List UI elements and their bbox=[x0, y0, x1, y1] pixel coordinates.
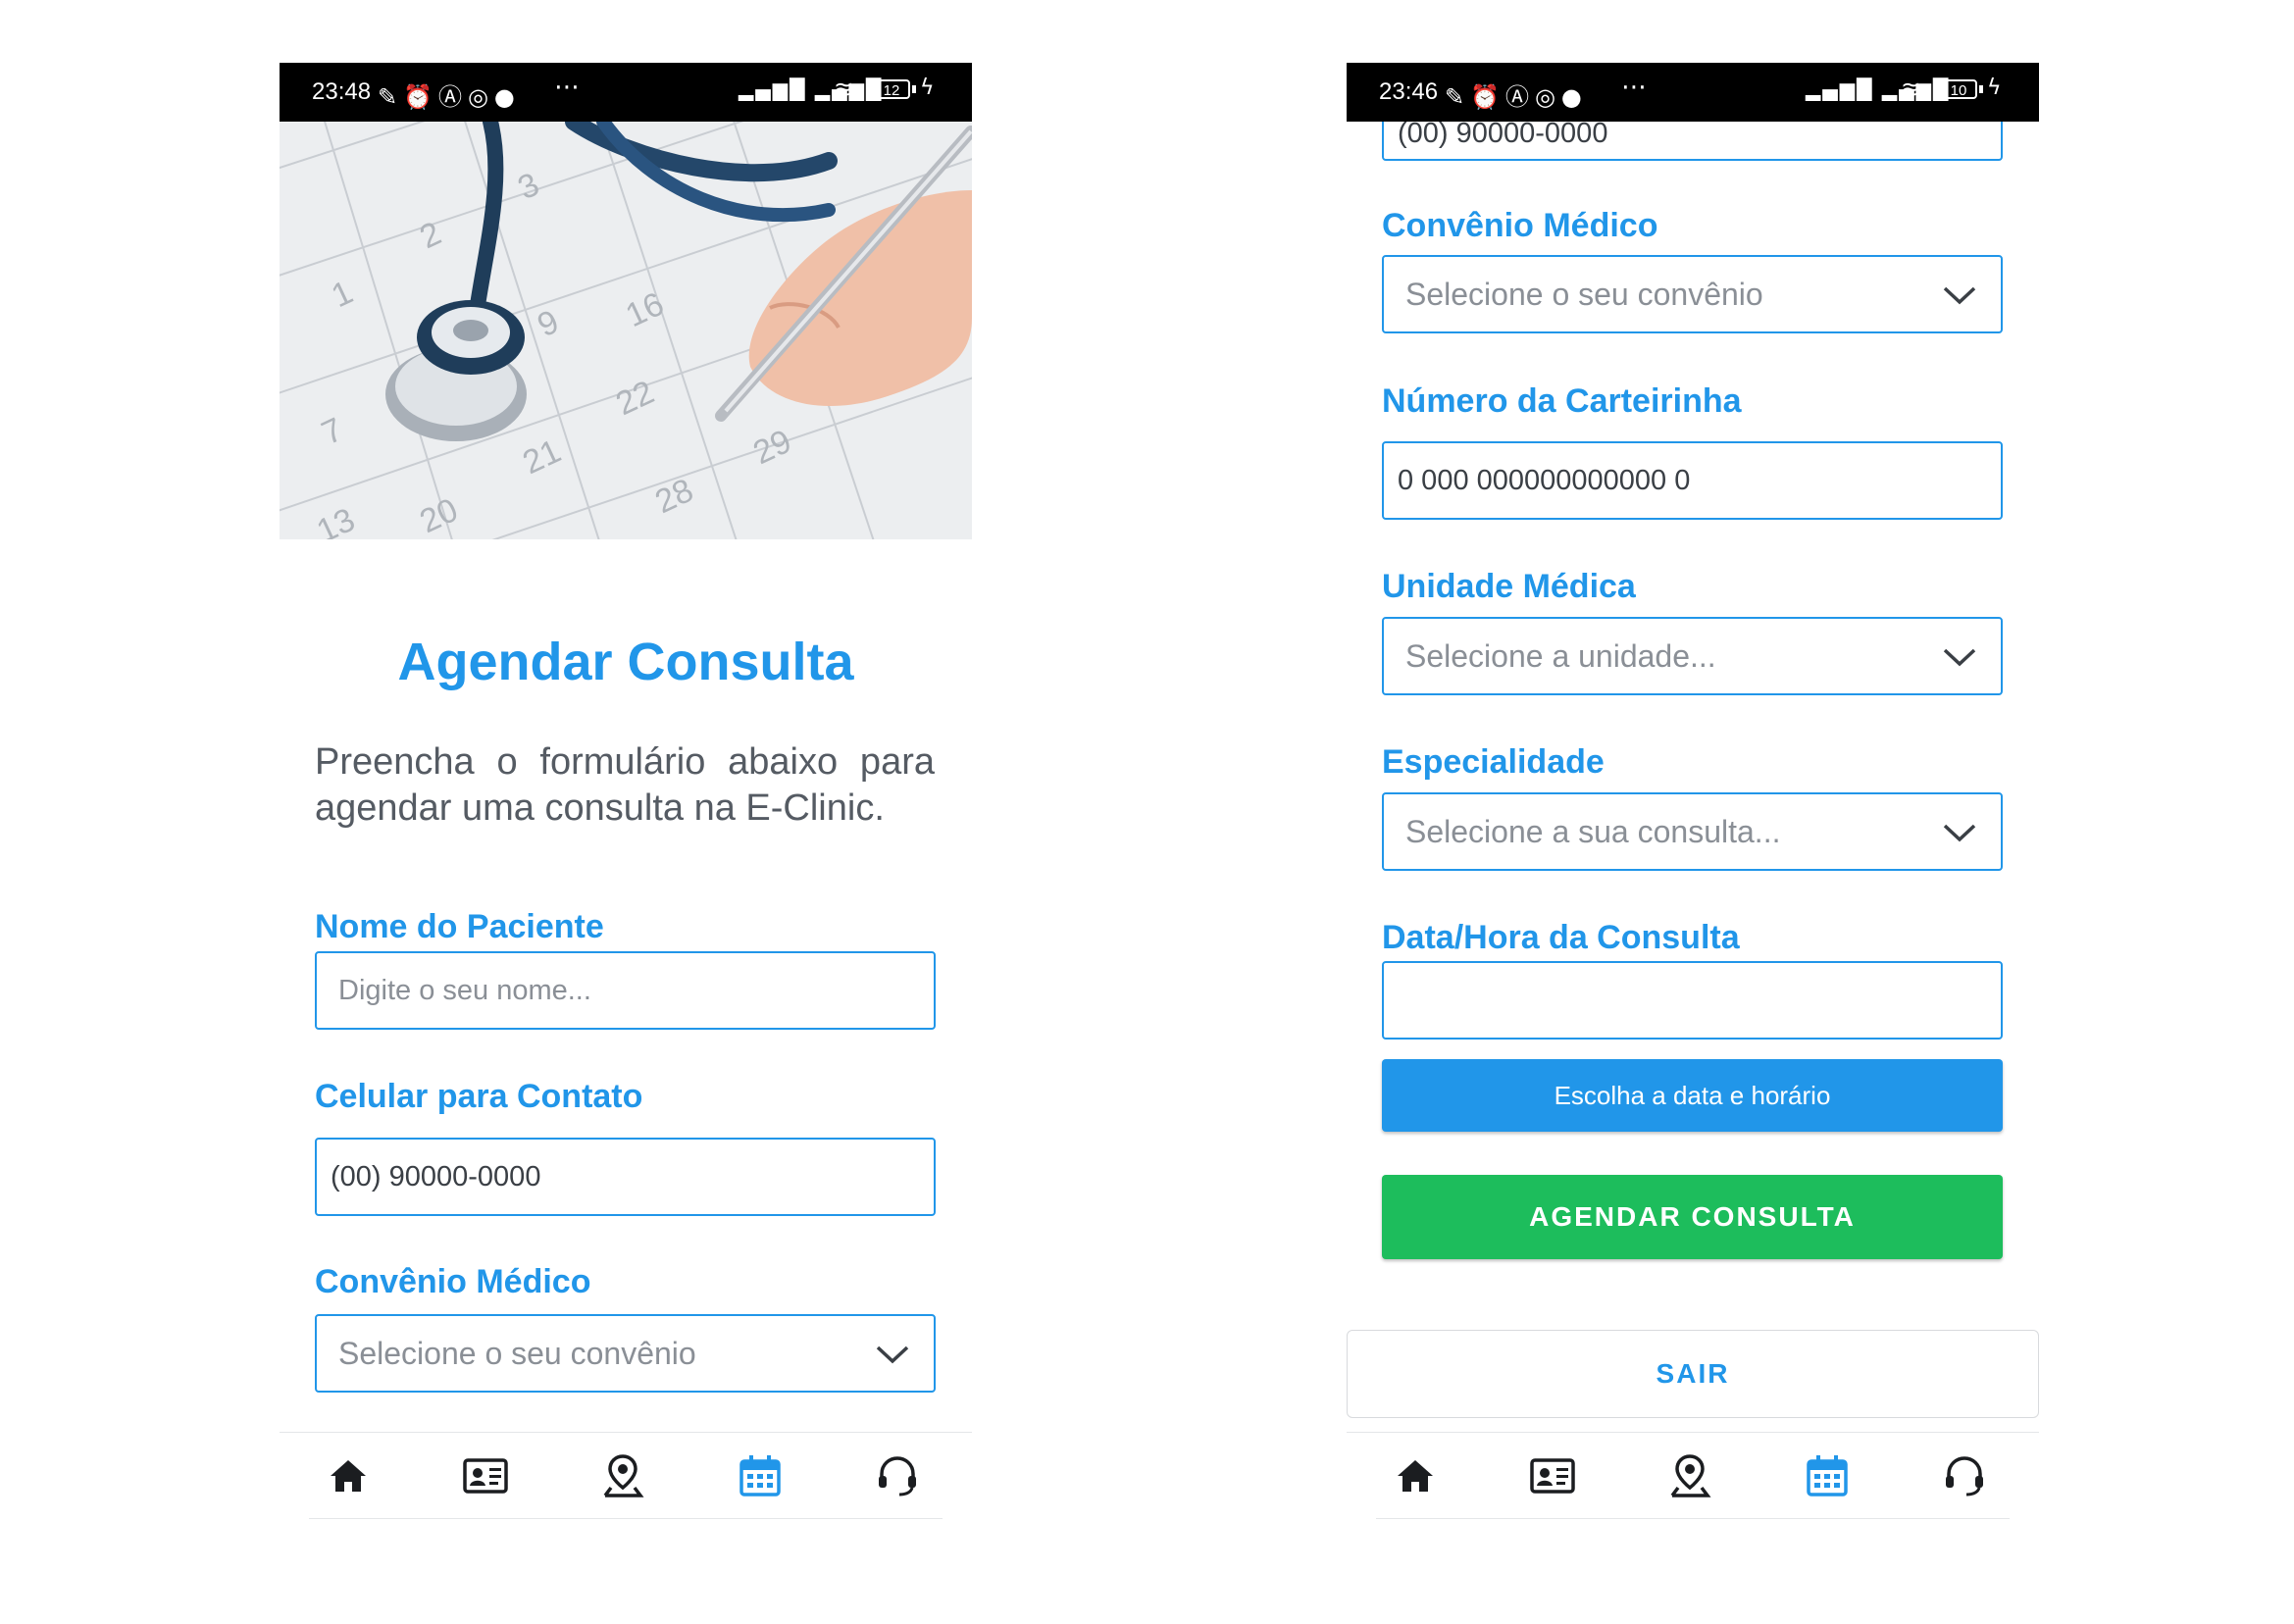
system-navigation bbox=[1347, 1520, 2039, 1544]
calendar-icon[interactable] bbox=[1804, 1452, 1851, 1499]
datetime-label: Data/Hora da Consulta bbox=[1382, 919, 1740, 956]
hero-image: 1 2 3 7 13 20 21 22 28 29 16 9 bbox=[280, 122, 972, 539]
battery-tip bbox=[1979, 85, 1983, 93]
status-time: 23:48 bbox=[312, 78, 372, 105]
charging-icon: ϟ bbox=[920, 76, 935, 100]
more-notifications-icon: ⋯ bbox=[1621, 73, 1647, 102]
chevron-down-icon bbox=[876, 1345, 909, 1364]
home-icon[interactable] bbox=[1392, 1452, 1439, 1499]
right-phone-screen: (00) 90000-0000 23:46 ✎⏰Ⓐ◎● ⋯ ▂▄▆█ ▂▄▆█ … bbox=[1347, 63, 2039, 1544]
phone-input[interactable]: (00) 90000-0000 bbox=[315, 1138, 936, 1216]
battery-tip bbox=[912, 85, 916, 93]
bottom-navigation bbox=[1347, 1432, 2039, 1519]
card-number-value: 0 000 000000000000 0 bbox=[1398, 465, 1691, 496]
system-navigation bbox=[280, 1520, 972, 1544]
insurance-label: Convênio Médico bbox=[1382, 207, 1658, 244]
wifi-icon: ≋ bbox=[1901, 76, 1921, 103]
left-phone-screen: 23:48 ✎⏰Ⓐ◎● ⋯ ▂▄▆█ ▂▄▆█ ≋ 12 ϟ 1 2 3 7 1… bbox=[280, 63, 972, 1544]
calendar-icon[interactable] bbox=[737, 1452, 784, 1499]
insurance-select[interactable]: Selecione o seu convênio bbox=[315, 1314, 936, 1393]
chevron-down-icon bbox=[1943, 286, 1976, 305]
signal-icon: ▂▄▆█ ▂▄▆█ bbox=[739, 77, 884, 101]
location-pin-icon[interactable] bbox=[599, 1452, 646, 1499]
status-time: 23:46 bbox=[1379, 78, 1439, 105]
chevron-down-icon bbox=[1943, 648, 1976, 667]
battery-icon: 10 bbox=[1940, 79, 1977, 99]
insurance-placeholder: Selecione o seu convênio bbox=[338, 1336, 696, 1371]
headset-icon[interactable] bbox=[1941, 1452, 1988, 1499]
charging-icon: ϟ bbox=[1987, 76, 2002, 100]
location-pin-icon[interactable] bbox=[1666, 1452, 1713, 1499]
home-icon[interactable] bbox=[325, 1452, 372, 1499]
phone-label: Celular para Contato bbox=[315, 1078, 643, 1115]
insurance-label: Convênio Médico bbox=[315, 1263, 591, 1300]
medical-unit-placeholder: Selecione a unidade... bbox=[1405, 638, 1716, 674]
datetime-input[interactable] bbox=[1382, 961, 2003, 1040]
patient-name-placeholder: Digite o seu nome... bbox=[338, 975, 591, 1006]
id-card-icon[interactable] bbox=[462, 1452, 509, 1499]
status-bar: 23:48 ✎⏰Ⓐ◎● ⋯ ▂▄▆█ ▂▄▆█ ≋ 12 ϟ bbox=[280, 63, 972, 122]
choose-datetime-button[interactable]: Escolha a data e horário bbox=[1382, 1059, 2003, 1132]
insurance-placeholder: Selecione o seu convênio bbox=[1405, 277, 1763, 312]
card-number-input[interactable]: 0 000 000000000000 0 bbox=[1382, 441, 2003, 520]
schedule-appointment-button[interactable]: AGENDAR CONSULTA bbox=[1382, 1175, 2003, 1259]
headset-icon[interactable] bbox=[874, 1452, 921, 1499]
page-title: Agendar Consulta bbox=[397, 633, 854, 691]
nav-divider bbox=[309, 1518, 943, 1519]
phone-value-partial: (00) 90000-0000 bbox=[1398, 118, 1608, 149]
nav-divider bbox=[1376, 1518, 2010, 1519]
stethoscope-calendar-illustration: 1 2 3 7 13 20 21 22 28 29 16 9 bbox=[280, 122, 972, 539]
wifi-icon: ≋ bbox=[834, 76, 854, 103]
specialty-placeholder: Selecione a sua consulta... bbox=[1405, 814, 1781, 849]
id-card-icon[interactable] bbox=[1529, 1452, 1576, 1499]
exit-button[interactable]: SAIR bbox=[1347, 1330, 2039, 1418]
signal-icon: ▂▄▆█ ▂▄▆█ bbox=[1806, 77, 1951, 101]
specialty-label: Especialidade bbox=[1382, 743, 1605, 781]
medical-unit-select[interactable]: Selecione a unidade... bbox=[1382, 617, 2003, 695]
phone-value: (00) 90000-0000 bbox=[331, 1161, 541, 1193]
insurance-select[interactable]: Selecione o seu convênio bbox=[1382, 255, 2003, 333]
chevron-down-icon bbox=[1943, 824, 1976, 842]
more-notifications-icon: ⋯ bbox=[554, 73, 580, 102]
card-number-label: Número da Carteirinha bbox=[1382, 382, 1742, 420]
page-description: Preencha o formulário abaixo para agenda… bbox=[315, 741, 935, 829]
notification-icons: ✎⏰Ⓐ◎● bbox=[1445, 83, 1588, 111]
bottom-navigation bbox=[280, 1432, 972, 1519]
specialty-select[interactable]: Selecione a sua consulta... bbox=[1382, 792, 2003, 871]
battery-icon: 12 bbox=[873, 79, 910, 99]
patient-name-input[interactable]: Digite o seu nome... bbox=[315, 951, 936, 1030]
status-bar: 23:46 ✎⏰Ⓐ◎● ⋯ ▂▄▆█ ▂▄▆█ ≋ 10 ϟ bbox=[1347, 63, 2039, 122]
notification-icons: ✎⏰Ⓐ◎● bbox=[378, 83, 521, 111]
medical-unit-label: Unidade Médica bbox=[1382, 568, 1636, 605]
patient-name-label: Nome do Paciente bbox=[315, 908, 604, 945]
